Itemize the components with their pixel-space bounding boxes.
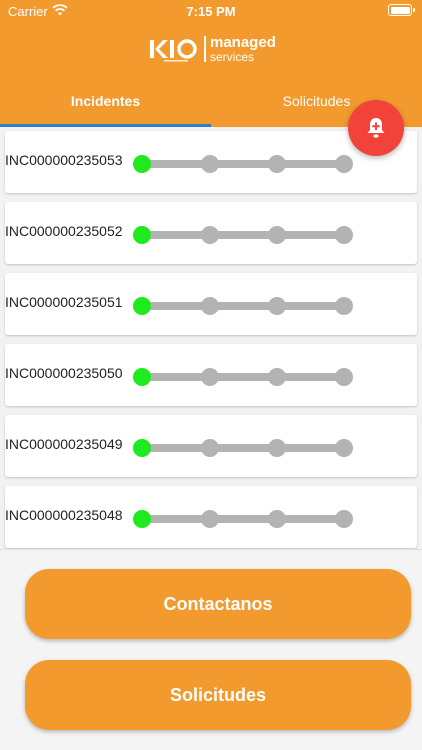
solicitudes-button[interactable]: Solicitudes [25, 660, 411, 730]
progress-step-done [133, 510, 151, 528]
logo-text-services: services [210, 50, 255, 64]
progress-step-pending [268, 226, 286, 244]
incident-id: INC000000235049 [5, 436, 123, 452]
progress-step-done [133, 368, 151, 386]
logo-divider [204, 36, 206, 62]
battery-icon [388, 4, 415, 16]
incident-row[interactable]: INC000000235050 [5, 344, 417, 406]
incident-row[interactable]: INC000000235049 [5, 415, 417, 477]
progress-track [143, 160, 345, 168]
progress-step-pending [201, 297, 219, 315]
kio-logo: managed services [148, 34, 278, 66]
progress-step-pending [201, 155, 219, 173]
add-alarm-bell-icon [367, 118, 385, 138]
progress-step-pending [268, 297, 286, 315]
progress-step-pending [335, 297, 353, 315]
progress-step-pending [335, 510, 353, 528]
incident-row[interactable]: INC000000235048 [5, 486, 417, 548]
progress-step-pending [268, 155, 286, 173]
progress-step-done [133, 297, 151, 315]
progress-step-done [133, 155, 151, 173]
progress-step-pending [201, 439, 219, 457]
logo-text-managed: managed [210, 34, 276, 51]
status-bar: Carrier 7:15 PM [0, 0, 422, 22]
clock: 7:15 PM [186, 4, 236, 19]
incident-row[interactable]: INC000000235052 [5, 202, 417, 264]
progress-track [143, 515, 345, 523]
footer-actions: Contactanos Solicitudes [0, 549, 422, 750]
kio-logo-mark [150, 39, 197, 62]
progress-step-pending [201, 226, 219, 244]
progress-track [143, 373, 345, 381]
progress-step-pending [335, 226, 353, 244]
progress-track [143, 231, 345, 239]
progress-step-pending [335, 368, 353, 386]
tab-incidentes[interactable]: Incidentes [0, 84, 211, 127]
incident-id: INC000000235048 [5, 507, 123, 523]
progress-step-pending [201, 510, 219, 528]
incident-list[interactable]: INC000000235053 INC000000235052 INC0000002… [0, 127, 422, 549]
progress-step-pending [268, 368, 286, 386]
incident-id: INC000000235052 [5, 223, 123, 239]
progress-track [143, 302, 345, 310]
progress-track [143, 444, 345, 452]
progress-step-pending [268, 439, 286, 457]
incident-id: INC000000235051 [5, 294, 123, 310]
add-alert-fab[interactable] [348, 100, 404, 156]
progress-step-done [133, 226, 151, 244]
incident-id: INC000000235050 [5, 365, 123, 381]
progress-step-pending [268, 510, 286, 528]
progress-step-pending [335, 439, 353, 457]
progress-step-pending [335, 155, 353, 173]
progress-step-done [133, 439, 151, 457]
incident-row[interactable]: INC000000235051 [5, 273, 417, 335]
contactanos-button[interactable]: Contactanos [25, 569, 411, 639]
incident-id: INC000000235053 [5, 152, 123, 168]
progress-step-pending [201, 368, 219, 386]
